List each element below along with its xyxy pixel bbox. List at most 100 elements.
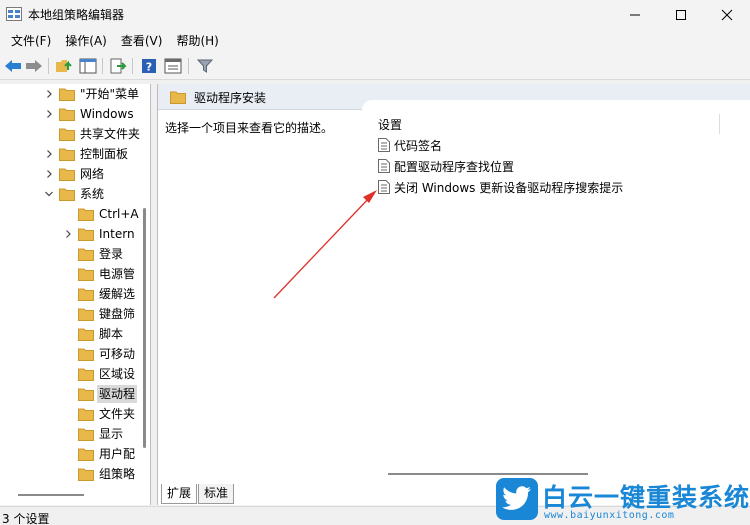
chevron-right-icon[interactable]	[44, 89, 54, 99]
tree-item[interactable]: Intern	[0, 224, 150, 244]
svg-text:?: ?	[146, 61, 152, 74]
tree-item-label: 脚本	[99, 327, 124, 341]
folder-icon	[59, 148, 75, 161]
menu-file[interactable]: 文件(F)	[4, 30, 58, 52]
setting-label: 关闭 Windows 更新设备驱动程序搜索提示	[394, 180, 624, 195]
tree-item[interactable]: 登录	[0, 244, 150, 264]
help-icon: ?	[142, 59, 156, 74]
setting-disable-windows-update-prompt[interactable]: 关闭 Windows 更新设备驱动程序搜索提示	[378, 177, 623, 197]
forward-button[interactable]	[25, 57, 43, 75]
show-hide-tree-button[interactable]	[79, 57, 97, 75]
policy-setting-icon	[378, 138, 390, 152]
status-text: 3 个设置	[2, 512, 50, 525]
tree-item[interactable]: 显示	[0, 424, 150, 444]
folder-icon	[78, 368, 94, 381]
policy-setting-icon	[378, 159, 390, 173]
tree-item[interactable]: 网络	[0, 164, 150, 184]
policy-setting-icon	[378, 180, 390, 194]
menu-action[interactable]: 操作(A)	[58, 30, 114, 52]
folder-icon	[59, 88, 75, 101]
tree-vertical-scrollbar[interactable]	[143, 208, 146, 448]
menu-bar: 文件(F) 操作(A) 查看(V) 帮助(H)	[0, 30, 750, 52]
tab-standard[interactable]: 标准	[198, 484, 235, 504]
setting-label: 代码签名	[394, 138, 443, 153]
tree-item[interactable]: Ctrl+A	[0, 204, 150, 224]
console-tree[interactable]: "开始"菜单 Windows 共享文件夹控制面板网络系统 Ctrl+A Intern 登录…	[0, 84, 151, 505]
folder-icon	[59, 108, 75, 121]
settings-list: 设置 代码签名 配置驱动程序查找位置 关闭 Windows 更新设备驱动程序搜索…	[362, 100, 750, 480]
tree-item[interactable]: 用户配	[0, 444, 150, 464]
chevron-down-icon[interactable]	[44, 189, 54, 199]
column-header-setting[interactable]: 设置	[378, 116, 402, 133]
tab-extended[interactable]: 扩展	[161, 484, 198, 504]
description-text: 选择一个项目来查看它的描述。	[165, 121, 334, 135]
tree-item-label: 登录	[99, 247, 124, 261]
export-list-button[interactable]	[109, 57, 127, 75]
tree-item[interactable]: 可移动	[0, 344, 150, 364]
folder-icon	[78, 468, 94, 481]
menu-view[interactable]: 查看(V)	[114, 30, 170, 52]
chevron-right-icon[interactable]	[44, 149, 54, 159]
tree-item[interactable]: 共享文件夹	[0, 124, 150, 144]
tree-item-label: 共享文件夹	[80, 127, 141, 141]
chevron-right-icon[interactable]	[44, 169, 54, 179]
back-button[interactable]	[4, 57, 22, 75]
filter-button[interactable]	[196, 57, 214, 75]
properties-button[interactable]	[164, 57, 182, 75]
maximize-icon	[676, 10, 686, 20]
details-horizontal-scrollbar[interactable]	[388, 473, 588, 475]
back-arrow-icon	[5, 60, 21, 72]
tree-item[interactable]: 驱动程	[0, 384, 150, 404]
tree-item[interactable]: 组策略	[0, 464, 150, 484]
tree-item[interactable]: 缓解选	[0, 284, 150, 304]
tree-item[interactable]: 电源管	[0, 264, 150, 284]
details-pane: 驱动程序安装 选择一个项目来查看它的描述。 设置 代码签名 配置驱动程序查找位置…	[157, 84, 750, 505]
minimize-button[interactable]	[612, 0, 658, 30]
tree-item[interactable]: 文件夹	[0, 404, 150, 424]
menu-help[interactable]: 帮助(H)	[169, 30, 225, 52]
folder-icon	[78, 428, 94, 441]
maximize-button[interactable]	[658, 0, 704, 30]
folder-icon	[78, 448, 94, 461]
setting-label: 配置驱动程序查找位置	[394, 159, 515, 174]
watermark-url: www.baiyunxitong.com	[544, 510, 675, 521]
folder-icon	[78, 208, 94, 221]
tree-item[interactable]: 键盘筛	[0, 304, 150, 324]
tree-item[interactable]: 脚本	[0, 324, 150, 344]
tree-item-label: 网络	[80, 167, 105, 181]
folder-icon	[59, 128, 75, 141]
tree-item[interactable]: 区域设	[0, 364, 150, 384]
tree-item-label: 电源管	[99, 267, 136, 281]
tree-item-label: 系统	[80, 187, 105, 201]
tree-item-label: 键盘筛	[99, 307, 136, 321]
close-button[interactable]	[704, 0, 750, 30]
window-title: 本地组策略编辑器	[28, 8, 125, 22]
tree-item-label: 文件夹	[99, 407, 136, 421]
forward-arrow-icon	[26, 60, 42, 72]
console-tree-icon	[79, 58, 97, 74]
tree-item-label: 区域设	[99, 367, 136, 381]
folder-icon	[78, 408, 94, 421]
up-level-button[interactable]	[55, 57, 73, 75]
chevron-right-icon[interactable]	[44, 109, 54, 119]
setting-driver-search-location[interactable]: 配置驱动程序查找位置	[378, 156, 514, 176]
tree-item[interactable]: Windows	[0, 104, 150, 124]
tree-item[interactable]: "开始"菜单	[0, 84, 150, 104]
tree-item-label: Ctrl+A	[99, 207, 139, 221]
help-button[interactable]: ?	[140, 57, 158, 75]
folder-icon	[78, 228, 94, 241]
tree-item-label: 显示	[99, 427, 124, 441]
tree-item-label: 可移动	[99, 347, 136, 361]
tree-item[interactable]: 控制面板	[0, 144, 150, 164]
tree-item[interactable]: 系统	[0, 184, 150, 204]
folder-icon	[78, 308, 94, 321]
group-policy-app-icon	[6, 7, 22, 21]
details-header-title: 驱动程序安装	[194, 91, 267, 105]
tree-horizontal-scrollbar[interactable]	[18, 494, 84, 496]
folder-icon	[59, 188, 75, 201]
folder-icon	[59, 168, 75, 181]
watermark-title: 白云一键重装系统	[542, 483, 750, 512]
setting-code-signing[interactable]: 代码签名	[378, 135, 442, 155]
chevron-right-icon[interactable]	[63, 229, 73, 239]
tree-item-label: Intern	[99, 227, 135, 241]
